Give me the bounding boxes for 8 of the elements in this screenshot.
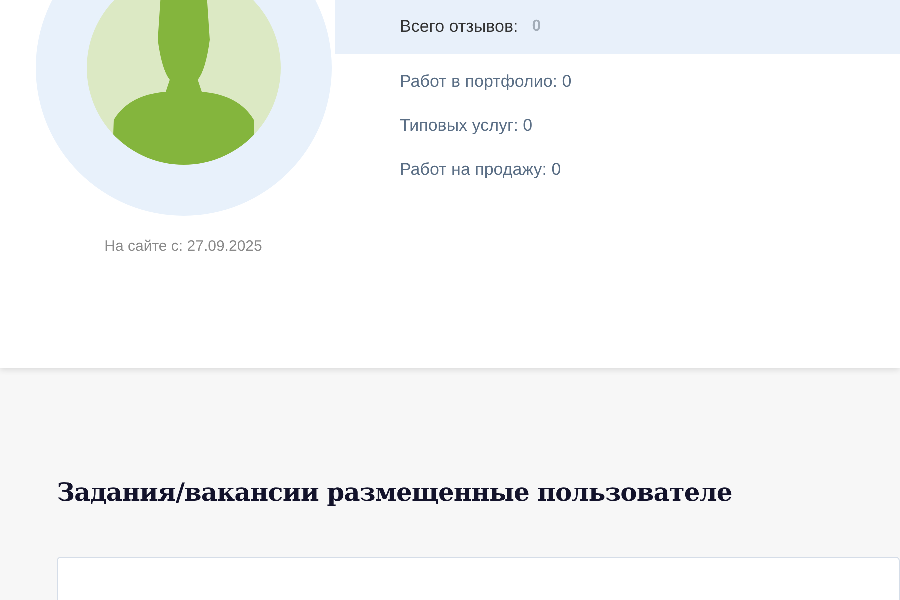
reviews-count: 0 xyxy=(532,18,542,36)
reviews-label: Всего отзывов: xyxy=(400,17,518,37)
section-heading: Задания/вакансии размещенные пользователе xyxy=(57,478,734,507)
stat-text: Работ на продажу: 0 xyxy=(400,160,562,180)
avatar-icon xyxy=(34,0,334,216)
stat-text: Типовых услуг: 0 xyxy=(400,116,534,136)
member-since-text: На сайте с: 27.09.2025 xyxy=(104,238,262,255)
stat-text: Работ в портфолио: 0 xyxy=(400,72,573,92)
